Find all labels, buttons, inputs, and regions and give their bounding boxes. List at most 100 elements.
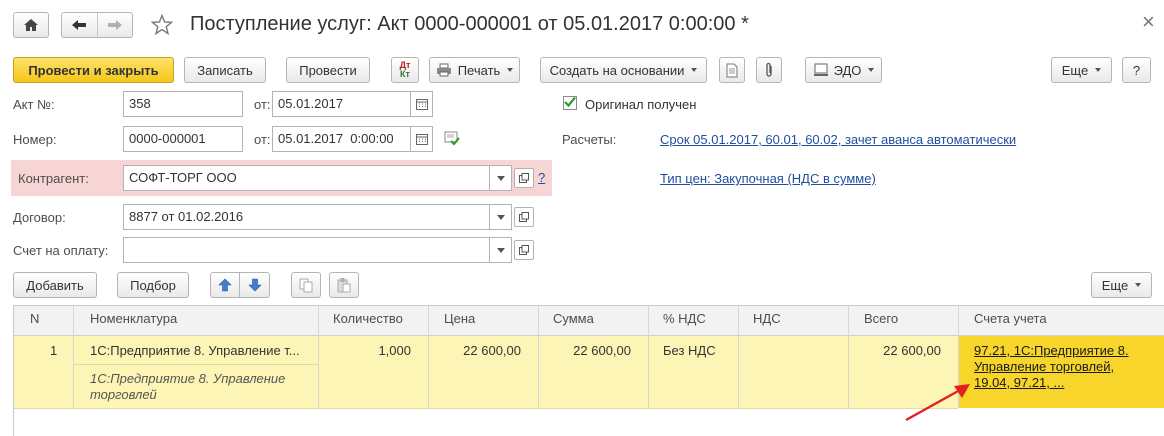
open-form-icon (519, 212, 529, 222)
attachment-button[interactable] (756, 57, 782, 83)
contractor-label: Контрагент: (18, 171, 89, 186)
nav-back-forward (61, 12, 133, 38)
paste-button[interactable] (329, 272, 359, 298)
column-divider (738, 306, 739, 408)
copy-icon (299, 278, 313, 292)
contract-field[interactable]: 8877 от 01.02.2016 (123, 204, 490, 230)
dt-kt-icon: Дт Кт (399, 60, 411, 79)
invoice-open-button[interactable] (514, 240, 534, 260)
forward-arrow-icon[interactable] (98, 13, 132, 37)
add-row-button[interactable]: Добавить (13, 272, 97, 298)
edo-label: ЭДО (833, 62, 862, 78)
row-sub-divider (74, 364, 318, 365)
nomenclature-content-cell[interactable]: 1С:Предприятие 8. Управление торговлей (90, 371, 295, 403)
vat-rate-cell[interactable]: Без НДС (663, 343, 716, 358)
column-header-n[interactable]: N (30, 309, 39, 335)
document-button[interactable] (719, 57, 745, 83)
posted-status-icon (444, 131, 460, 146)
price-type-link[interactable]: Тип цен: Закупочная (НДС в сумме) (660, 171, 876, 186)
contract-open-button[interactable] (514, 207, 534, 227)
settlements-label: Расчеты: (562, 132, 617, 147)
chevron-down-icon (496, 175, 505, 181)
invoice-field[interactable] (123, 237, 490, 263)
act-date-calendar-button[interactable] (411, 91, 433, 117)
save-button[interactable]: Записать (184, 57, 266, 83)
copy-button[interactable] (291, 272, 321, 298)
column-divider (538, 306, 539, 408)
favorite-star-icon[interactable] (151, 14, 173, 36)
document-icon (726, 63, 738, 77)
back-arrow-icon[interactable] (62, 13, 98, 37)
home-button[interactable] (13, 12, 49, 38)
move-down-button[interactable] (240, 272, 270, 298)
invoice-label: Счет на оплату: (13, 243, 109, 258)
number-label: Номер: (13, 132, 57, 147)
contractor-dropdown-button[interactable] (490, 165, 512, 191)
column-divider (318, 306, 319, 408)
column-divider (848, 306, 849, 408)
more-button[interactable]: Еще (1051, 57, 1112, 83)
post-and-close-button[interactable]: Провести и закрыть (13, 57, 174, 83)
create-based-on-button[interactable]: Создать на основании (540, 57, 707, 83)
act-date-field[interactable]: 05.01.2017 (272, 91, 411, 117)
act-no-field[interactable]: 358 (123, 91, 243, 117)
original-received-checkbox[interactable] (563, 96, 577, 110)
contractor-field[interactable]: СОФТ-ТОРГ ООО (123, 165, 490, 191)
quantity-cell[interactable]: 1,000 (324, 343, 411, 358)
home-icon (24, 19, 38, 31)
close-icon[interactable]: × (1142, 9, 1155, 35)
select-button[interactable]: Подбор (117, 272, 189, 298)
print-label: Печать (457, 62, 501, 78)
number-date-field[interactable]: 05.01.2017 0:00:00 (272, 126, 411, 152)
column-divider (648, 306, 649, 408)
accounts-link[interactable]: 97.21, 1С:Предприятие 8. Управление торг… (974, 343, 1146, 391)
column-header-quantity[interactable]: Количество (333, 309, 403, 335)
column-header-sum[interactable]: Сумма (553, 309, 594, 335)
open-form-icon (519, 173, 529, 183)
column-divider (428, 306, 429, 408)
edo-icon (813, 63, 828, 76)
original-received-label: Оригинал получен (585, 97, 697, 112)
row-bottom-border (14, 408, 958, 409)
printer-icon (436, 63, 451, 77)
column-header-accounts[interactable]: Счета учета (974, 309, 1047, 335)
post-button[interactable]: Провести (286, 57, 370, 83)
help-button[interactable]: ? (1122, 57, 1151, 83)
calendar-icon (415, 133, 428, 145)
table-more-button[interactable]: Еще (1091, 272, 1152, 298)
column-header-vat[interactable]: НДС (753, 309, 781, 335)
column-header-nomenclature[interactable]: Номенклатура (90, 309, 177, 335)
arrow-up-icon (218, 278, 232, 292)
invoice-dropdown-button[interactable] (490, 237, 512, 263)
act-no-label: Акт №: (13, 97, 55, 112)
contractor-help-link[interactable]: ? (538, 170, 545, 185)
act-date-label: от: (254, 97, 271, 112)
contract-label: Договор: (13, 210, 66, 225)
contract-dropdown-button[interactable] (490, 204, 512, 230)
nomenclature-cell[interactable]: 1С:Предприятие 8. Управление т... (90, 343, 312, 358)
arrow-down-icon (247, 278, 262, 292)
open-form-icon (519, 245, 529, 255)
column-divider (73, 306, 74, 408)
checkmark-icon (564, 96, 576, 108)
settlements-link[interactable]: Срок 05.01.2017, 60.01, 60.02, зачет ава… (660, 132, 1016, 147)
number-field[interactable]: 0000-000001 (123, 126, 243, 152)
total-cell[interactable]: 22 600,00 (854, 343, 941, 358)
more-label: Еще (1061, 62, 1089, 78)
table-more-label: Еще (1101, 277, 1129, 293)
price-cell[interactable]: 22 600,00 (434, 343, 521, 358)
dt-kt-button[interactable]: Дт Кт (391, 57, 419, 83)
annotation-arrow-icon (905, 384, 970, 422)
column-header-total[interactable]: Всего (864, 309, 898, 335)
column-header-vat-rate[interactable]: % НДС (663, 309, 706, 335)
calendar-icon (415, 98, 428, 110)
contractor-open-button[interactable] (514, 168, 534, 188)
column-header-price[interactable]: Цена (444, 309, 475, 335)
number-date-calendar-button[interactable] (411, 126, 433, 152)
chevron-down-icon (496, 247, 505, 253)
sum-cell[interactable]: 22 600,00 (544, 343, 631, 358)
print-button[interactable]: Печать (429, 57, 520, 83)
paperclip-icon (766, 62, 772, 77)
edo-button[interactable]: ЭДО (805, 57, 882, 83)
move-up-button[interactable] (210, 272, 240, 298)
